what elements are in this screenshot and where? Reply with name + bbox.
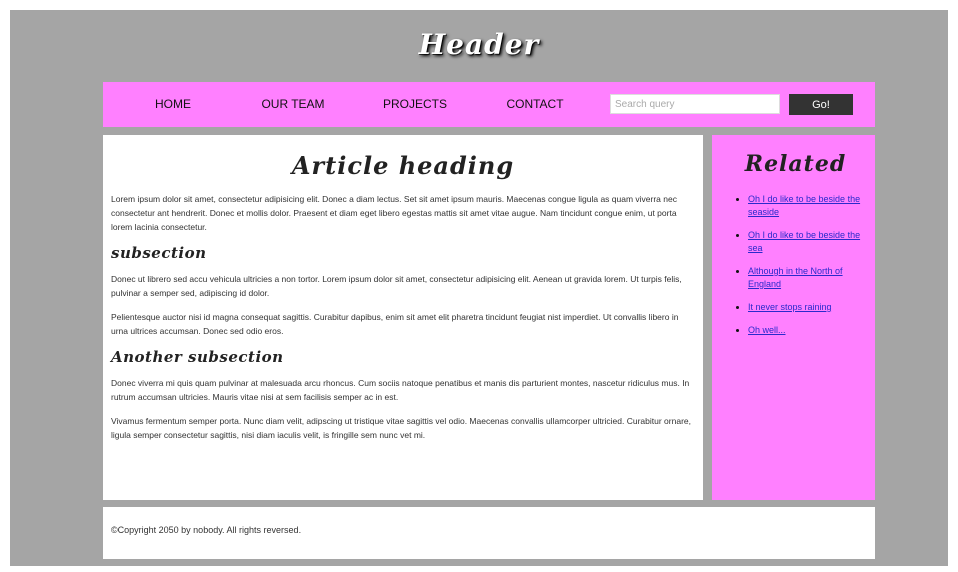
subsection-paragraph-2: Pelientesque auctor nisi id magna conseq… [111, 312, 679, 336]
related-sidebar: Related Oh I do like to be beside the se… [712, 135, 875, 500]
copyright-text: ©Copyright 2050 by nobody. All rights re… [111, 525, 302, 535]
list-item: Oh I do like to be beside the sea [748, 229, 867, 255]
page-background: Header HOME OUR TEAM PROJECTS CONTACT Go… [10, 10, 948, 566]
main-nav: HOME OUR TEAM PROJECTS CONTACT Go! [103, 82, 875, 127]
list-item: Although in the North of England [748, 265, 867, 291]
related-link-oh-well[interactable]: Oh well... [748, 325, 786, 335]
nav-item-our-team[interactable]: OUR TEAM [243, 97, 343, 111]
article-heading: Article heading [291, 151, 515, 180]
article-main: Article heading Lorem ipsum dolor sit am… [103, 135, 703, 500]
subsection-heading: subsection [111, 244, 207, 262]
another-subsection-heading: Another subsection [111, 348, 284, 366]
article-intro-paragraph: Lorem ipsum dolor sit amet, consectetur … [111, 194, 677, 232]
related-link-raining[interactable]: It never stops raining [748, 302, 832, 312]
related-link-sea[interactable]: Oh I do like to be beside the sea [748, 230, 860, 253]
another-subsection-paragraph-2: Vivamus fermentum semper porta. Nunc dia… [111, 416, 691, 440]
related-link-seaside[interactable]: Oh I do like to be beside the seaside [748, 194, 860, 217]
another-subsection-paragraph-1: Donec viverra mi quis quam pulvinar at m… [111, 378, 690, 402]
list-item: Oh I do like to be beside the seaside [748, 193, 867, 219]
search-input[interactable] [610, 94, 780, 114]
nav-item-home[interactable]: HOME [123, 97, 223, 111]
related-heading: Related [744, 151, 847, 177]
list-item: It never stops raining [748, 301, 867, 314]
related-link-north-england[interactable]: Although in the North of England [748, 266, 843, 289]
nav-item-contact[interactable]: CONTACT [485, 97, 585, 111]
subsection-paragraph-1: Donec ut librero sed accu vehicula ultri… [111, 274, 682, 298]
site-header-title: Header [418, 28, 540, 61]
related-links-list: Oh I do like to be beside the seaside Oh… [724, 193, 867, 337]
search-go-button[interactable]: Go! [789, 94, 853, 115]
nav-item-projects[interactable]: PROJECTS [365, 97, 465, 111]
list-item: Oh well... [748, 324, 867, 337]
page-footer: ©Copyright 2050 by nobody. All rights re… [103, 507, 875, 559]
